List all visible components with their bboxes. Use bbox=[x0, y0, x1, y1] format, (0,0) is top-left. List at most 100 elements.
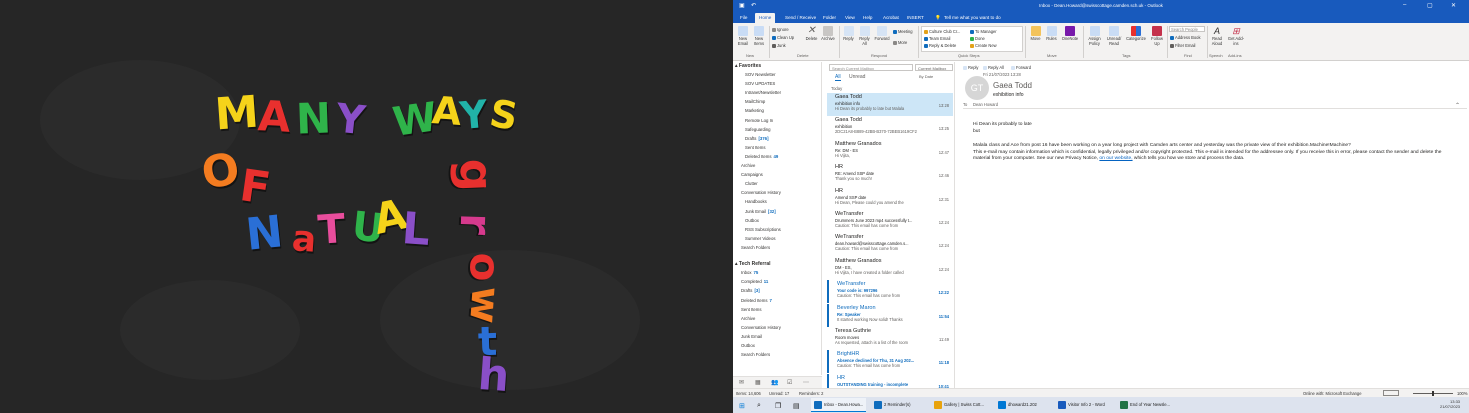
search-icon[interactable]: ⌕ bbox=[753, 398, 764, 412]
folder-item[interactable]: Drafts [3] bbox=[741, 288, 760, 293]
message-item[interactable]: HR Amend SSP date Hi Dean, Please could yo… bbox=[827, 187, 953, 210]
folder-item[interactable]: Marketing bbox=[745, 108, 764, 113]
quick-step-culture-club[interactable]: Culture Club Cr... bbox=[924, 29, 960, 34]
move-button[interactable]: Move bbox=[1028, 26, 1043, 42]
more-apps-icon[interactable]: ⋯ bbox=[803, 379, 809, 386]
message-item[interactable]: Beverley Maron Re: Speaker It started work… bbox=[827, 303, 953, 327]
tell-me-box[interactable]: Tell me what you want to do bbox=[940, 13, 1005, 23]
tab-home[interactable]: Home bbox=[755, 13, 776, 23]
tab-view[interactable]: View bbox=[841, 13, 859, 23]
folder-item[interactable]: Campaigns bbox=[741, 172, 763, 177]
quick-step-done[interactable]: Done bbox=[970, 36, 985, 41]
message-item[interactable]: BrightHR Absence declined for Thu, 31 Aug… bbox=[827, 350, 953, 374]
categorize-button[interactable]: Categorize bbox=[1124, 26, 1148, 42]
folder-item[interactable]: Deleted Items 7 bbox=[741, 298, 772, 303]
message-item[interactable]: WeTransfer dean.howard@swisscottage.camde… bbox=[827, 233, 953, 256]
message-item[interactable]: Matthew Granados DM - ES, Hi Vijita, I hav… bbox=[827, 257, 953, 280]
folder-item[interactable]: MailChimp bbox=[745, 99, 765, 104]
tab-acrobat[interactable]: Acrobat bbox=[879, 13, 903, 23]
forward-button[interactable]: Forward bbox=[873, 26, 891, 42]
recipient[interactable]: Dean Howard bbox=[973, 102, 998, 107]
message-item[interactable]: Matthew Granados Re: DM - ES Hi Vijita, 12:… bbox=[827, 140, 953, 163]
new-email-button[interactable]: New Email bbox=[736, 26, 750, 46]
junk-button[interactable]: Junk bbox=[772, 43, 786, 48]
folder-item[interactable]: Search Folders bbox=[741, 245, 770, 250]
meeting-button[interactable]: Meeting bbox=[893, 29, 913, 34]
reading-forward-button[interactable]: Forward bbox=[1011, 65, 1031, 70]
tab-file[interactable]: File bbox=[736, 13, 751, 23]
taskbar-app[interactable]: dhoward21.202 bbox=[995, 398, 1040, 412]
taskbar-app[interactable]: Visitor Info 2 - Word bbox=[1055, 398, 1108, 412]
reply-all-button[interactable]: Reply All bbox=[857, 26, 872, 46]
folder-item[interactable]: RSS Subscriptions bbox=[745, 227, 781, 232]
folder-item[interactable]: Sent Items bbox=[741, 307, 762, 312]
tab-insert[interactable]: INSERT bbox=[903, 13, 928, 23]
message-item[interactable]: WeTransfer Your code is: 997296 Caution: T… bbox=[827, 280, 953, 304]
tab-help[interactable]: Help bbox=[859, 13, 876, 23]
clean-up-button[interactable]: Clean Up bbox=[772, 35, 794, 40]
reading-reply-button[interactable]: Reply bbox=[963, 65, 978, 70]
message-item[interactable]: Gaea Todd exhibition info Hi Dean its prob… bbox=[827, 93, 953, 116]
maximize-icon[interactable]: ▢ bbox=[1427, 2, 1433, 9]
folder-item[interactable]: Completed 11 bbox=[741, 279, 768, 284]
sender-name[interactable]: Gaea Todd bbox=[993, 81, 1032, 90]
read-aloud-button[interactable]: A Read Aloud bbox=[1209, 26, 1225, 46]
folder-item[interactable]: Handbooks bbox=[745, 199, 767, 204]
onenote-button[interactable]: OneNote bbox=[1060, 26, 1080, 42]
folder-item[interactable]: Outbox bbox=[741, 343, 755, 348]
tab-folder[interactable]: Folder bbox=[819, 13, 840, 23]
ignore-button[interactable]: Ignore bbox=[772, 27, 789, 32]
minimize-icon[interactable]: – bbox=[1403, 2, 1406, 8]
reading-reply-all-button[interactable]: Reply All bbox=[983, 65, 1004, 70]
folder-item[interactable]: Outbox bbox=[745, 218, 759, 223]
folder-item[interactable]: Intranet/Newsletter bbox=[745, 90, 781, 95]
filter-all-tab[interactable]: All bbox=[835, 74, 841, 81]
taskbar-app[interactable]: End of Year Newsle... bbox=[1117, 398, 1173, 412]
folder-item[interactable]: Remote Log In bbox=[745, 118, 773, 123]
folder-item[interactable]: SOV Newsletter bbox=[745, 72, 776, 77]
sort-dropdown[interactable]: By Date bbox=[919, 74, 933, 79]
task-view-icon[interactable]: ❐ bbox=[771, 398, 784, 412]
zoom-slider-thumb[interactable] bbox=[1432, 391, 1434, 396]
calendar-icon[interactable]: ▦ bbox=[755, 379, 761, 386]
clock[interactable]: 13:33 21/07/2023 bbox=[1440, 399, 1460, 409]
folder-item[interactable]: Summer Videos bbox=[745, 236, 776, 241]
search-people-input[interactable]: Search People bbox=[1169, 26, 1205, 32]
folder-item[interactable]: Safeguarding bbox=[745, 127, 771, 132]
view-normal-icon[interactable] bbox=[1383, 390, 1399, 396]
search-input[interactable]: Search Current Mailbox bbox=[829, 64, 913, 71]
unread-read-button[interactable]: Unread/ Read bbox=[1105, 26, 1123, 46]
folder-group-header[interactable]: ▴ Favorites bbox=[735, 63, 761, 69]
tasks-icon[interactable]: ☑ bbox=[787, 379, 792, 386]
folder-item[interactable]: Junk Email bbox=[741, 334, 762, 339]
rules-button[interactable]: Rules bbox=[1044, 26, 1059, 42]
folder-item[interactable]: SOV UPDATES bbox=[745, 81, 775, 86]
folder-item[interactable]: Inbox 75 bbox=[741, 270, 758, 275]
folder-item[interactable]: Archive bbox=[741, 163, 755, 168]
folder-item[interactable]: Archive bbox=[741, 316, 755, 321]
get-addins-button[interactable]: ⊞ Get Add-ins bbox=[1227, 26, 1245, 46]
tab-send-receive[interactable]: Send / Receive bbox=[781, 13, 820, 23]
folder-item[interactable]: Conversation History bbox=[741, 325, 781, 330]
folder-item[interactable]: Search Folders bbox=[741, 352, 770, 357]
follow-up-button[interactable]: Follow Up bbox=[1149, 26, 1165, 46]
search-scope-dropdown[interactable]: Current Mailbox bbox=[915, 64, 953, 71]
taskbar-app[interactable]: Inbox - Dean.Howa... bbox=[811, 398, 867, 412]
new-items-button[interactable]: New Items bbox=[752, 26, 766, 46]
quick-step-reply-delete[interactable]: Reply & Delete bbox=[924, 43, 956, 48]
taskbar-app[interactable]: 2 Reminder(s) bbox=[871, 398, 914, 412]
start-icon[interactable]: ⊞ bbox=[735, 398, 748, 412]
folder-item[interactable]: Deleted Items 49 bbox=[745, 154, 778, 159]
message-item[interactable]: Gaea Todd exhibition 2DC21A8-B889-42BB-B37… bbox=[827, 116, 953, 139]
close-icon[interactable]: ✕ bbox=[1451, 2, 1456, 9]
calculator-icon[interactable]: ▤ bbox=[789, 398, 803, 412]
message-item[interactable]: HR RE: Amend SSP date Thank you so much! 12… bbox=[827, 163, 953, 186]
reminders-count[interactable]: Reminders: 2 bbox=[799, 391, 823, 396]
reply-button[interactable]: Reply bbox=[841, 26, 856, 42]
filter-email-button[interactable]: Filter Email bbox=[1170, 43, 1195, 48]
assign-policy-button[interactable]: Assign Policy bbox=[1085, 26, 1104, 46]
quick-step-team-email[interactable]: Team Email bbox=[924, 36, 950, 41]
folder-item[interactable]: Junk Email [32] bbox=[745, 209, 776, 214]
folder-item[interactable]: Sent Items bbox=[745, 145, 766, 150]
privacy-link[interactable]: on our website, bbox=[1099, 156, 1132, 161]
